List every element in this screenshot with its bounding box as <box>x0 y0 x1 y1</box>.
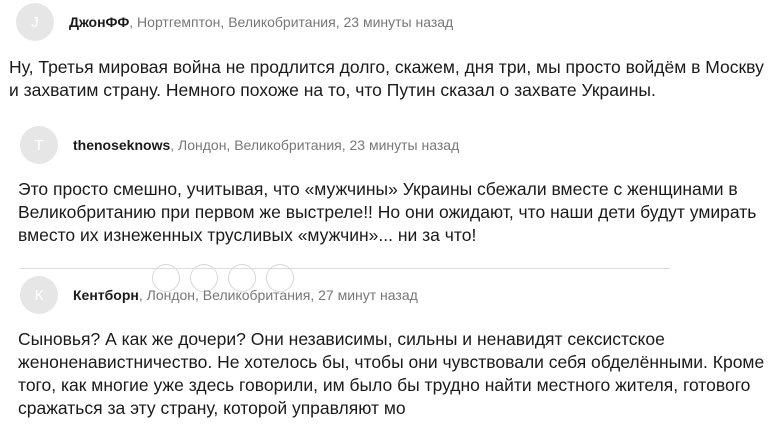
comment-meta: , Лондон, Великобритания, 27 минут назад <box>138 287 418 303</box>
comment-text: Это просто смешно, учитывая, что «мужчин… <box>18 179 757 245</box>
comment-header: К Кентборн , Лондон, Великобритания, 27 … <box>20 276 418 314</box>
comment-header: J ДжонФФ , Нортгемптон, Великобритания, … <box>16 3 453 41</box>
avatar[interactable]: T <box>20 126 58 164</box>
comment-text: Ну, Третья мировая война не продлится до… <box>9 57 764 100</box>
comment-author[interactable]: ДжонФФ <box>69 14 129 30</box>
avatar-letter: T <box>34 136 44 154</box>
comment-author[interactable]: Кентборн <box>73 287 139 303</box>
avatar-letter: J <box>31 13 39 31</box>
comment-meta: , Нортгемптон, Великобритания, 23 минуты… <box>129 14 454 30</box>
comments-feed: J ДжонФФ , Нортгемптон, Великобритания, … <box>0 0 774 435</box>
avatar[interactable]: К <box>20 276 58 314</box>
comment-meta: , Лондон, Великобритания, 23 минуты наза… <box>170 137 460 153</box>
avatar-letter: К <box>34 286 44 304</box>
comment-text: Сыновья? А как же дочери? Они независимы… <box>18 329 765 418</box>
comment-header: T thenoseknows , Лондон, Великобритания,… <box>20 126 459 164</box>
comment-divider <box>20 268 670 269</box>
avatar[interactable]: J <box>16 3 54 41</box>
comment-author[interactable]: thenoseknows <box>73 137 170 153</box>
